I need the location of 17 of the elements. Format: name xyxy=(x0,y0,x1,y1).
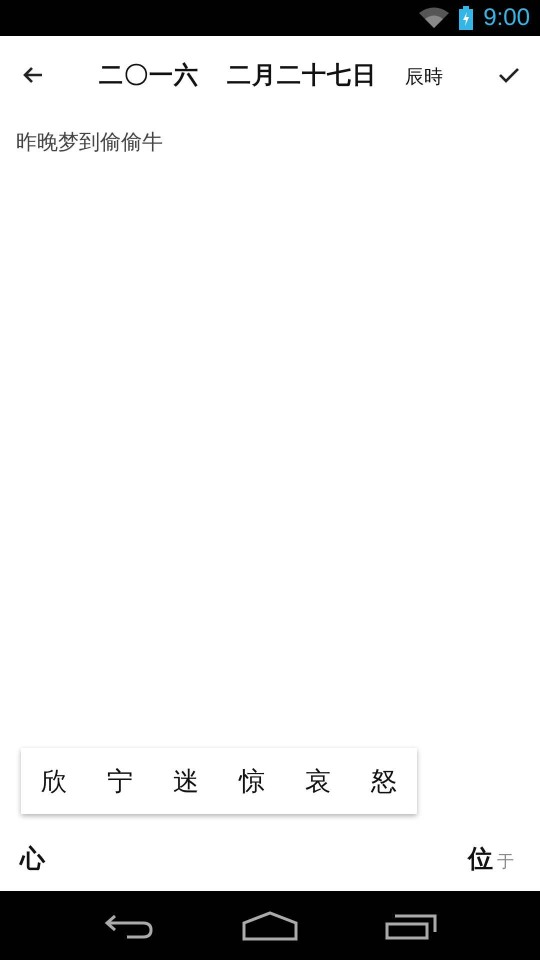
mood-option[interactable]: 怒 xyxy=(367,760,401,803)
mood-option[interactable]: 迷 xyxy=(169,760,203,803)
hour-label[interactable]: 辰時 xyxy=(405,64,443,90)
wifi-icon xyxy=(419,7,450,30)
mood-option[interactable]: 欣 xyxy=(37,760,71,803)
mood-option[interactable]: 哀 xyxy=(301,760,335,803)
location-button[interactable]: 位 xyxy=(468,842,493,876)
mood-option[interactable]: 宁 xyxy=(103,760,137,803)
year-label[interactable]: 二〇一六 xyxy=(99,59,199,92)
recent-apps-icon[interactable] xyxy=(384,912,437,940)
battery-charging-icon xyxy=(459,6,474,30)
mood-option[interactable]: 惊 xyxy=(235,760,269,803)
mood-button[interactable]: 心 xyxy=(20,842,45,876)
location-hint: 于 xyxy=(497,851,514,874)
clock-time: 9:00 xyxy=(483,4,530,32)
date-label[interactable]: 二月二十七日 xyxy=(227,59,377,92)
home-icon[interactable] xyxy=(242,910,298,941)
